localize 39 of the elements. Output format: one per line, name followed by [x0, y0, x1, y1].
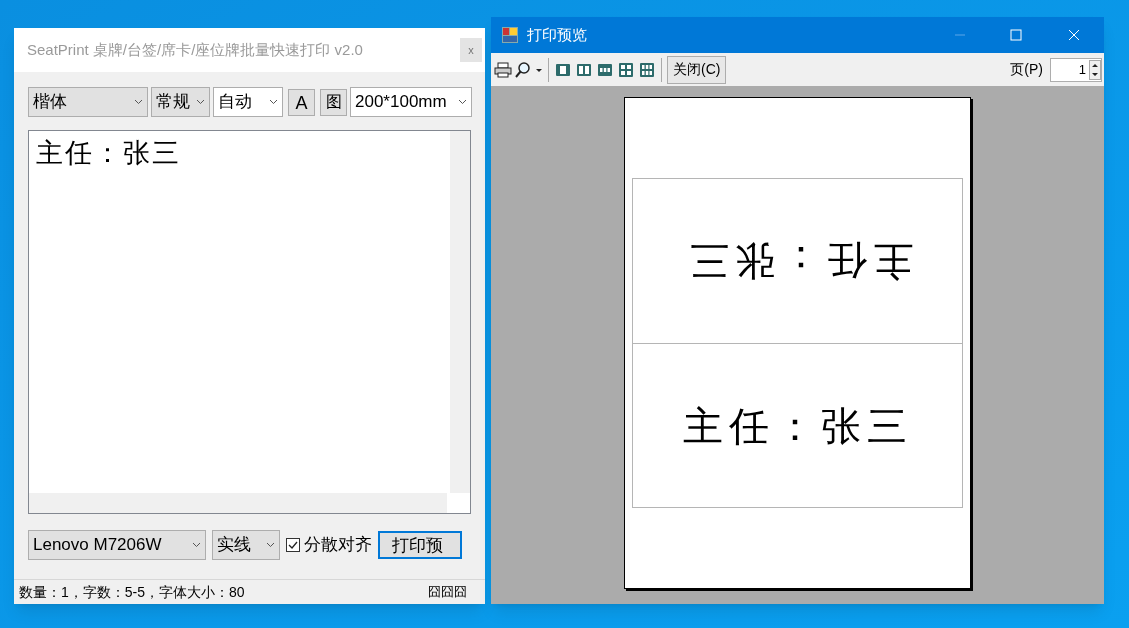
text-editor[interactable]: 主任：张三 [28, 130, 471, 514]
checkbox-label: 分散对齐 [304, 534, 372, 557]
close-preview-button[interactable]: 关闭(C) [667, 55, 727, 84]
caret-icon [458, 99, 467, 105]
size-dropdown[interactable]: 自动 [213, 87, 283, 117]
style-dropdown[interactable]: 常规 [151, 87, 210, 117]
image-button[interactable]: 图 [320, 88, 347, 116]
page-spinner[interactable]: 1 [1050, 57, 1102, 82]
caret-icon [266, 542, 275, 548]
print-preview-button[interactable]: 打印预 [378, 531, 462, 559]
card-name-text: 主任：张三 [682, 401, 913, 451]
page-layout-icon[interactable] [596, 61, 614, 78]
status-text: 数量：1，字数：5-5，字体大小：80 [19, 582, 245, 602]
caret-icon [196, 99, 205, 105]
spin-arrows-icon[interactable] [1089, 59, 1101, 80]
font-button[interactable]: A [288, 88, 315, 116]
page-label: 页(P) [1010, 60, 1043, 79]
app-icon [501, 26, 519, 44]
window-title: 打印预览 [527, 24, 587, 45]
checkbox[interactable] [286, 538, 300, 552]
caret-icon [269, 99, 278, 105]
font-dropdown[interactable]: 楷体 [28, 87, 148, 117]
paper-size-dropdown[interactable]: 200*100mm [350, 87, 472, 117]
printer-icon[interactable] [494, 61, 512, 78]
close-button[interactable]: x [460, 38, 482, 62]
horizontal-scrollbar[interactable] [29, 493, 447, 513]
caret-icon [192, 542, 201, 548]
caret-icon [134, 99, 143, 105]
page-layout-icon[interactable] [617, 61, 635, 78]
zoom-icon[interactable] [515, 61, 543, 78]
page-layout-icon[interactable] [575, 61, 593, 78]
line-style-dropdown[interactable]: 实线 [212, 530, 280, 560]
page-layout-icon[interactable] [638, 61, 656, 78]
status-indicator: 囧囧囧 [428, 583, 467, 602]
page-layout-icon[interactable] [554, 61, 572, 78]
card-name-text: 主任：张三 [682, 237, 913, 286]
printer-dropdown[interactable]: Lenovo M7206W [28, 530, 206, 560]
window-title: SeatPrint 桌牌/台签/席卡/座位牌批量快速打印 v2.0 [27, 39, 363, 60]
vertical-scrollbar[interactable] [450, 131, 470, 493]
